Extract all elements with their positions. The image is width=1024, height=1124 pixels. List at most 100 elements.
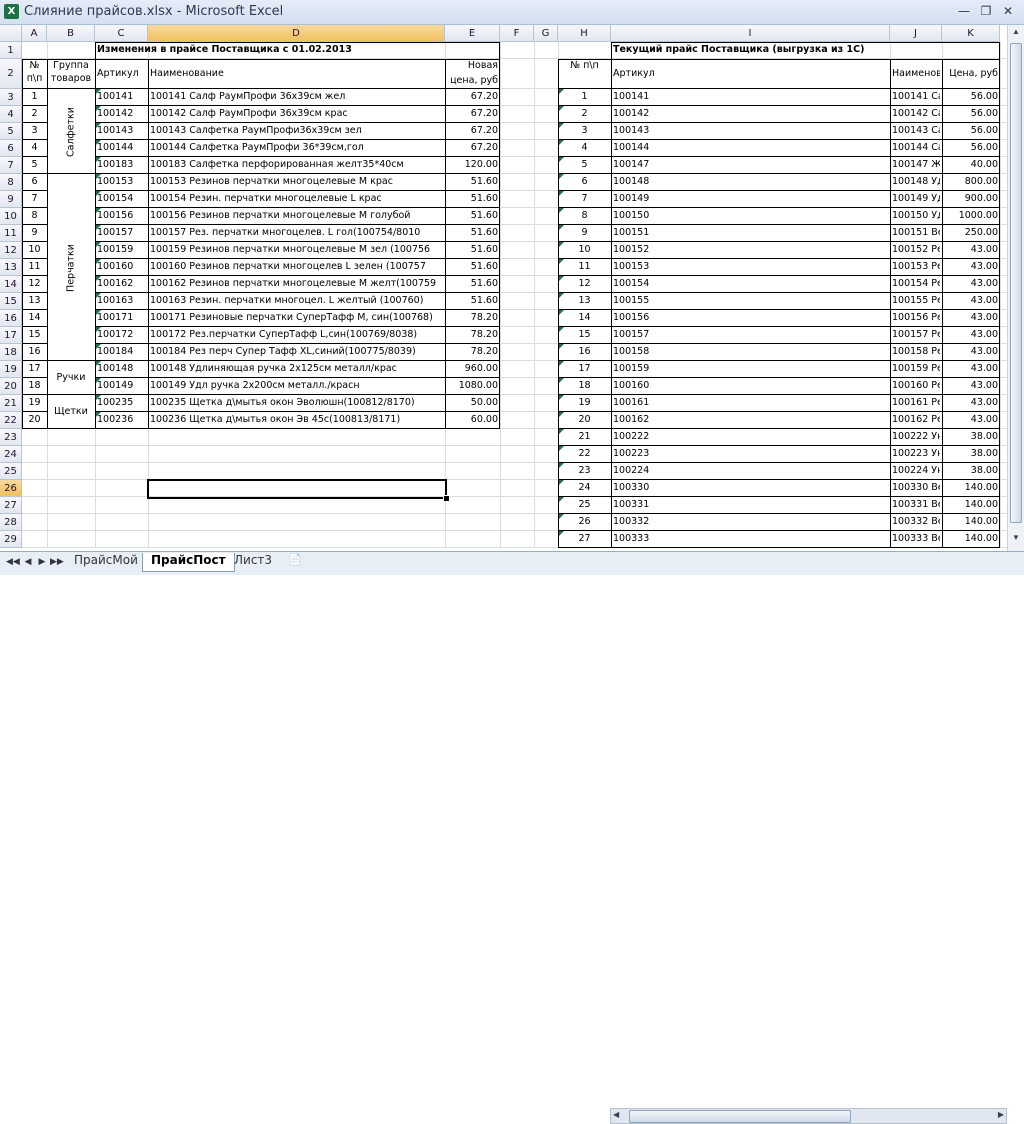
row-header[interactable]: 11 (0, 225, 22, 242)
column-header[interactable]: J (890, 25, 942, 42)
column-header[interactable]: I (611, 25, 890, 42)
scroll-up-icon[interactable]: ▲ (1010, 27, 1022, 39)
row-header[interactable]: 6 (0, 140, 22, 157)
table-border (558, 88, 1000, 89)
table-border (95, 122, 500, 123)
right-row-article: 100141 (613, 91, 650, 102)
right-row-name: 100159 Резинов перчатки многоцелевые М з… (892, 363, 940, 374)
row-header[interactable]: 17 (0, 327, 22, 344)
left-row-name: 100141 Салф РаумПрофи 36х39см жел (150, 91, 346, 102)
gridline (1000, 42, 1001, 548)
scroll-right-icon[interactable]: ▶ (998, 1110, 1004, 1119)
row-header[interactable]: 25 (0, 463, 22, 480)
column-header[interactable]: F (500, 25, 534, 42)
right-row-price: 43.00 (970, 397, 998, 408)
row-header[interactable]: 3 (0, 89, 22, 106)
column-header[interactable]: G (534, 25, 558, 42)
table-border (558, 292, 1000, 293)
right-row-article: 100144 (613, 142, 650, 153)
row-header[interactable]: 10 (0, 208, 22, 225)
row-header[interactable]: 19 (0, 361, 22, 378)
prev-sheet-icon[interactable]: ◀ (22, 556, 34, 568)
row-header[interactable]: 27 (0, 497, 22, 514)
first-sheet-icon[interactable]: ◀◀ (6, 556, 20, 568)
row-header[interactable]: 26 (0, 480, 22, 497)
fill-handle[interactable] (443, 495, 450, 502)
column-header[interactable]: K (942, 25, 1000, 42)
scroll-left-icon[interactable]: ◀ (613, 1110, 619, 1119)
horizontal-scroll-thumb[interactable] (629, 1110, 851, 1123)
worksheet-grid[interactable]: A B C D E F G H I J K 1 2 3 4 5 6 7 8 9 10 11 12 13 14 15 16 17 18 19… (0, 25, 1024, 551)
select-all-corner[interactable] (0, 25, 22, 42)
row-header[interactable]: 4 (0, 106, 22, 123)
column-header[interactable]: H (558, 25, 611, 42)
left-row-num: 3 (31, 125, 38, 136)
tab-prices-mine[interactable]: ПрайсМой (66, 553, 146, 571)
column-header[interactable]: B (47, 25, 95, 42)
vertical-scrollbar[interactable]: ▲ ▼ (1007, 25, 1024, 551)
row-header[interactable]: 2 (0, 59, 22, 89)
window-title: Слияние прайсов.xlsx - Microsoft Excel (24, 4, 284, 19)
left-row-price: 67.20 (470, 108, 498, 119)
row-header[interactable]: 9 (0, 191, 22, 208)
table-border (558, 530, 1000, 531)
next-sheet-icon[interactable]: ▶ (36, 556, 48, 568)
right-row-num: 27 (578, 533, 591, 544)
scroll-down-icon[interactable]: ▼ (1010, 533, 1022, 545)
table-border (558, 190, 1000, 191)
table-border (611, 42, 1000, 43)
row-header[interactable]: 24 (0, 446, 22, 463)
right-row-name: 100144 Салфетка РаумПрофи 36*39см,гол (892, 142, 940, 153)
right-row-price: 56.00 (970, 125, 998, 136)
comment-marker (559, 174, 564, 179)
row-header[interactable]: 15 (0, 293, 22, 310)
left-row-article: 100162 (97, 278, 134, 289)
row-header[interactable]: 7 (0, 157, 22, 174)
row-header[interactable]: 21 (0, 395, 22, 412)
right-row-price: 43.00 (970, 295, 998, 306)
vertical-scroll-thumb[interactable] (1010, 43, 1022, 523)
row-header[interactable]: 18 (0, 344, 22, 361)
row-header[interactable]: 5 (0, 123, 22, 140)
insert-sheet-icon[interactable]: 📄 (280, 553, 310, 571)
left-row-article: 100171 (97, 312, 134, 323)
row-header[interactable]: 8 (0, 174, 22, 191)
left-header-price-line1: Новая (467, 60, 498, 71)
column-header[interactable]: A (22, 25, 47, 42)
row-header[interactable]: 16 (0, 310, 22, 327)
comment-marker (559, 310, 564, 315)
row-header[interactable]: 28 (0, 514, 22, 531)
table-border (558, 496, 1000, 497)
left-row-num: 7 (31, 193, 38, 204)
left-row-article: 100149 (97, 380, 134, 391)
active-cell[interactable] (147, 479, 447, 499)
left-row-price: 67.20 (470, 142, 498, 153)
column-header[interactable]: E (445, 25, 500, 42)
last-sheet-icon[interactable]: ▶▶ (50, 556, 64, 568)
right-header-price: Цена, руб (949, 68, 998, 79)
column-header[interactable]: C (95, 25, 148, 42)
table-border (558, 547, 1000, 548)
column-header[interactable]: D (148, 25, 445, 42)
excel-icon[interactable]: X (4, 4, 19, 19)
row-header[interactable]: 14 (0, 276, 22, 293)
tab-sheet3[interactable]: Лист3 (226, 553, 280, 571)
tab-prices-supplier[interactable]: ПрайсПост (142, 553, 235, 572)
row-header[interactable]: 20 (0, 378, 22, 395)
minimize-icon[interactable]: — (954, 3, 974, 19)
left-row-name: 100157 Рез. перчатки многоцелев. L гол(1… (150, 227, 421, 238)
horizontal-scrollbar[interactable]: ◀ ▶ (610, 1108, 1007, 1124)
row-header[interactable]: 29 (0, 531, 22, 548)
row-header[interactable]: 13 (0, 259, 22, 276)
right-row-price: 56.00 (970, 142, 998, 153)
left-row-price: 51.60 (470, 210, 498, 221)
restore-icon[interactable]: ❐ (976, 3, 996, 19)
table-border (558, 462, 1000, 463)
row-header[interactable]: 1 (0, 42, 22, 59)
close-icon[interactable]: ✕ (998, 3, 1018, 19)
row-header[interactable]: 22 (0, 412, 22, 429)
row-header[interactable]: 23 (0, 429, 22, 446)
comment-marker (559, 412, 564, 417)
sheet-tab-bar: ◀◀ ◀ ▶ ▶▶ ПрайсМой ПрайсПост Лист3 📄 ◀ ▶ (0, 551, 1024, 1124)
row-header[interactable]: 12 (0, 242, 22, 259)
